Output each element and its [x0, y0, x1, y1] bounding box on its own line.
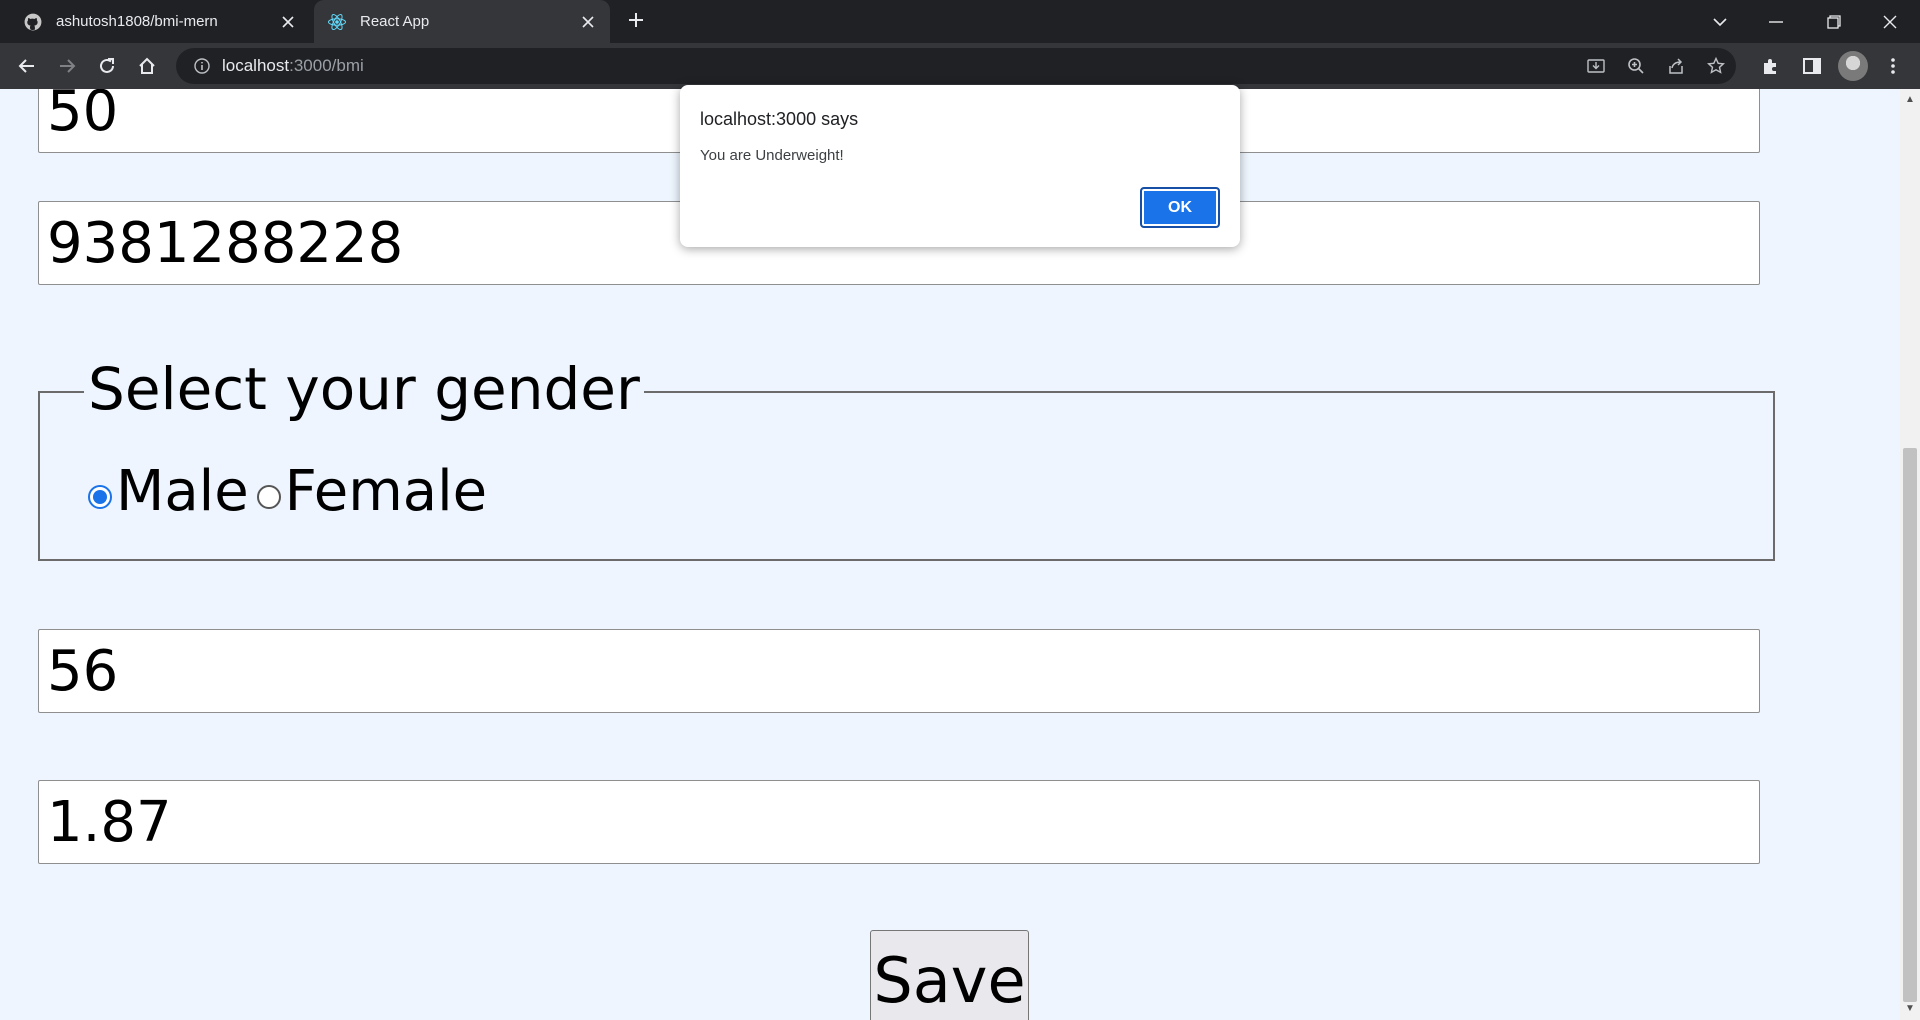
- home-icon[interactable]: [130, 50, 164, 82]
- share-icon[interactable]: [1656, 48, 1696, 84]
- female-radio[interactable]: [256, 484, 281, 509]
- browser-toolbar: localhost:3000/bmi: [0, 43, 1920, 89]
- tab-title: React App: [360, 13, 430, 30]
- zoom-icon[interactable]: [1616, 48, 1656, 84]
- tab-title: ashutosh1808/bmi-mern: [56, 13, 218, 30]
- restore-icon[interactable]: [1806, 0, 1862, 43]
- kebab-menu-icon[interactable]: [1876, 50, 1910, 82]
- gender-radio-group: Male Female: [88, 459, 487, 524]
- close-tab-icon[interactable]: [574, 8, 602, 36]
- alert-dialog: localhost:3000 says You are Underweight!…: [680, 85, 1240, 247]
- reload-icon[interactable]: [90, 50, 124, 82]
- tab-react-app[interactable]: React App: [314, 0, 610, 43]
- browser-tab-strip: ashutosh1808/bmi-mern React App: [0, 0, 1920, 43]
- weight-input-field[interactable]: 56: [38, 629, 1760, 713]
- site-info-icon[interactable]: [182, 48, 222, 84]
- scroll-down-arrow-icon[interactable]: ▼: [1904, 1002, 1916, 1014]
- dialog-ok-button[interactable]: OK: [1140, 187, 1220, 228]
- tab-search-chevron-icon[interactable]: [1692, 0, 1748, 43]
- url-path: :3000/bmi: [289, 56, 364, 75]
- minimize-icon[interactable]: [1748, 0, 1804, 43]
- extensions-puzzle-icon[interactable]: [1754, 50, 1788, 82]
- forward-arrow-icon[interactable]: [50, 50, 84, 82]
- gender-fieldset: Select your gender Male Female: [38, 355, 1775, 561]
- bookmark-star-icon[interactable]: [1696, 48, 1736, 84]
- github-icon: [22, 11, 44, 33]
- tab-github[interactable]: ashutosh1808/bmi-mern: [0, 0, 310, 43]
- close-tab-icon[interactable]: [274, 8, 302, 36]
- side-panel-icon[interactable]: [1795, 50, 1829, 82]
- female-label[interactable]: Female: [285, 459, 487, 524]
- back-arrow-icon[interactable]: [10, 50, 44, 82]
- male-radio[interactable]: [88, 484, 112, 509]
- close-window-icon[interactable]: [1862, 0, 1918, 43]
- scroll-up-arrow-icon[interactable]: ▲: [1904, 93, 1916, 105]
- save-button[interactable]: Save: [870, 930, 1029, 1020]
- new-tab-plus-icon[interactable]: [622, 6, 650, 34]
- gender-legend: Select your gender: [84, 355, 644, 423]
- dialog-message: You are Underweight!: [700, 147, 844, 164]
- install-app-icon[interactable]: [1576, 48, 1616, 84]
- dialog-title: localhost:3000 says: [700, 109, 859, 129]
- url-text: localhost:3000/bmi: [222, 56, 364, 76]
- profile-avatar[interactable]: [1838, 51, 1868, 81]
- male-label[interactable]: Male: [116, 459, 249, 524]
- page-scrollbar[interactable]: ▲ ▼: [1900, 89, 1920, 1020]
- height-input-field[interactable]: 1.87: [38, 780, 1760, 864]
- address-bar[interactable]: localhost:3000/bmi: [176, 48, 1736, 84]
- url-host: localhost: [222, 56, 290, 75]
- scrollbar-thumb[interactable]: [1903, 448, 1917, 1002]
- react-icon: [326, 11, 348, 33]
